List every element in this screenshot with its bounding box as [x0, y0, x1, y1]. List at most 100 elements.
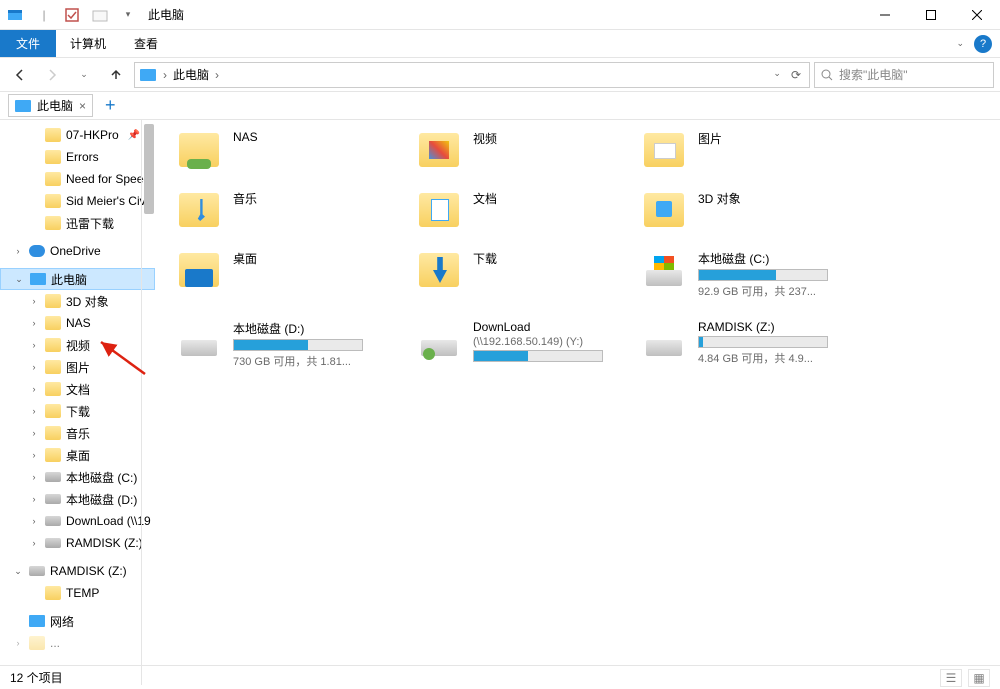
- item-sublabel: 4.84 GB 可用，共 4.9...: [698, 350, 858, 366]
- sidebar-ramdisk[interactable]: ⌄RAMDISK (Z:): [0, 560, 155, 582]
- sidebar-item[interactable]: ›3D 对象: [0, 290, 155, 312]
- breadcrumb-sep-icon[interactable]: ›: [163, 68, 167, 82]
- cloud-icon: [29, 245, 45, 257]
- sidebar-item[interactable]: ›图片: [0, 356, 155, 378]
- drive-usage-bar: [473, 350, 603, 362]
- folder-icon: [45, 586, 61, 600]
- sidebar-item-label: NAS: [66, 316, 91, 330]
- forward-button[interactable]: [38, 61, 66, 89]
- sidebar-item[interactable]: ›本地磁盘 (D:): [0, 488, 155, 510]
- sidebar-item[interactable]: ›DownLoad (\\19: [0, 510, 155, 532]
- sidebar-quick-item[interactable]: 迅雷下载: [0, 212, 155, 234]
- folder-item[interactable]: 文档: [415, 190, 640, 238]
- sidebar-quick-item[interactable]: Sid Meier's Civil: [0, 190, 155, 212]
- sidebar-item[interactable]: ›桌面: [0, 444, 155, 466]
- address-bar[interactable]: › 此电脑 › ⌄ ⟳: [134, 62, 810, 88]
- file-tab[interactable]: 文件: [0, 30, 56, 57]
- drive-item[interactable]: 本地磁盘 (C:)92.9 GB 可用，共 237...: [640, 250, 880, 308]
- folder-item[interactable]: NAS: [175, 130, 415, 178]
- folder-icon: [45, 382, 61, 396]
- sidebar-item-label: Sid Meier's Civil: [66, 194, 151, 208]
- qat-dropdown-icon[interactable]: ▾: [116, 3, 140, 27]
- sidebar-network[interactable]: 网络: [0, 610, 155, 632]
- folder-icon: [45, 150, 61, 164]
- sidebar-item[interactable]: ›...: [0, 632, 155, 654]
- sidebar-item[interactable]: ›本地磁盘 (C:): [0, 466, 155, 488]
- folder-icon: [45, 294, 61, 308]
- drive-icon: [175, 320, 223, 356]
- sidebar-item-label: Errors: [66, 150, 99, 164]
- drive-item[interactable]: 本地磁盘 (D:)730 GB 可用，共 1.81...: [175, 320, 415, 378]
- drive-icon: [45, 538, 61, 548]
- up-button[interactable]: [102, 61, 130, 89]
- refresh-icon[interactable]: ⟳: [787, 68, 805, 82]
- properties-icon[interactable]: [60, 3, 84, 27]
- folder-icon: [640, 190, 688, 230]
- folder-item[interactable]: 视频: [415, 130, 640, 178]
- tab-close-icon[interactable]: ×: [79, 99, 86, 113]
- maximize-button[interactable]: [908, 0, 954, 30]
- folder-icon: [45, 404, 61, 418]
- drive-icon: [45, 494, 61, 504]
- nav-sidebar: 07-HKPro📌 Errors Need for Speec Sid Meier's…: [0, 120, 155, 685]
- sidebar-thispc[interactable]: ⌄此电脑: [0, 268, 155, 290]
- sidebar-item[interactable]: ›NAS: [0, 312, 155, 334]
- item-label: RAMDISK (Z:): [698, 320, 858, 334]
- address-pc-icon: [139, 66, 157, 84]
- nav-bar: ⌄ › 此电脑 › ⌄ ⟳ 搜索"此电脑": [0, 58, 1000, 92]
- ribbon-expand-icon[interactable]: ⌄: [956, 38, 964, 49]
- folder-item[interactable]: 音乐: [175, 190, 415, 238]
- sidebar-item[interactable]: ›视频: [0, 334, 155, 356]
- minimize-button[interactable]: [862, 0, 908, 30]
- sidebar-item[interactable]: ›文档: [0, 378, 155, 400]
- new-folder-icon[interactable]: [88, 3, 112, 27]
- drive-icon: [640, 250, 688, 286]
- status-count: 12 个项目: [10, 669, 63, 686]
- item-label: 3D 对象: [698, 190, 741, 207]
- sidebar-item[interactable]: TEMP: [0, 582, 155, 604]
- add-tab-button[interactable]: +: [99, 95, 122, 116]
- sidebar-quick-item[interactable]: Errors: [0, 146, 155, 168]
- sidebar-item[interactable]: ›下载: [0, 400, 155, 422]
- sidebar-quick-item[interactable]: 07-HKPro📌: [0, 124, 155, 146]
- item-label: 下载: [473, 250, 497, 267]
- drive-item[interactable]: DownLoad(\\192.168.50.149) (Y:): [415, 320, 640, 378]
- address-dropdown-icon[interactable]: ⌄: [769, 68, 785, 82]
- folder-item[interactable]: 图片: [640, 130, 880, 178]
- drive-usage-bar: [698, 269, 828, 281]
- folder-icon: [640, 130, 688, 170]
- search-input[interactable]: 搜索"此电脑": [814, 62, 994, 88]
- details-view-button[interactable]: ☰: [940, 669, 962, 687]
- folder-item[interactable]: 3D 对象: [640, 190, 880, 238]
- sidebar-item-label: 视频: [66, 337, 90, 354]
- tiles-view-button[interactable]: ▦: [968, 669, 990, 687]
- tab-computer[interactable]: 计算机: [56, 30, 120, 57]
- scrollbar-thumb[interactable]: [144, 124, 154, 214]
- sidebar-item[interactable]: ›RAMDISK (Z:): [0, 532, 155, 554]
- breadcrumb-sep-icon[interactable]: ›: [215, 68, 219, 82]
- back-button[interactable]: [6, 61, 34, 89]
- sidebar-item-label: RAMDISK (Z:): [50, 564, 127, 578]
- folder-icon: [45, 172, 61, 186]
- sidebar-item[interactable]: ›音乐: [0, 422, 155, 444]
- sidebar-quick-item[interactable]: Need for Speec: [0, 168, 155, 190]
- window-controls: [862, 0, 1000, 30]
- drive-item[interactable]: RAMDISK (Z:) 4.84 GB 可用，共 4.9...: [640, 320, 880, 378]
- folder-item[interactable]: 桌面: [175, 250, 415, 298]
- search-icon: [821, 69, 833, 81]
- recent-dropdown[interactable]: ⌄: [70, 61, 98, 89]
- breadcrumb-item[interactable]: 此电脑: [173, 66, 209, 83]
- close-button[interactable]: [954, 0, 1000, 30]
- main-area: 07-HKPro📌 Errors Need for Speec Sid Meier's…: [0, 120, 1000, 685]
- sidebar-scrollbar[interactable]: [141, 120, 155, 685]
- folder-item[interactable]: 下载: [415, 250, 640, 298]
- item-label: 图片: [698, 130, 722, 147]
- document-tab[interactable]: 此电脑 ×: [8, 94, 93, 117]
- help-icon[interactable]: ?: [974, 35, 992, 53]
- sidebar-onedrive[interactable]: ›OneDrive: [0, 240, 155, 262]
- tab-view[interactable]: 查看: [120, 30, 172, 57]
- explorer-icon: [4, 3, 28, 27]
- folder-icon: [45, 448, 61, 462]
- sidebar-item-label: 网络: [50, 613, 74, 630]
- sidebar-item-label: DownLoad (\\19: [66, 514, 151, 528]
